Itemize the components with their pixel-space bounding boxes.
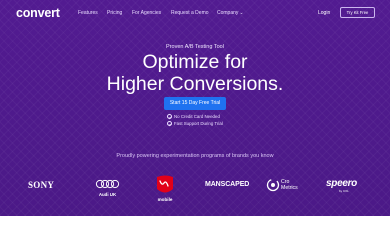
hero-section: convert Features Pricing For Agencies Re…: [0, 0, 390, 216]
speero-logo: speero: [326, 178, 357, 189]
check-label: No Credit Card Needed: [174, 114, 220, 119]
try-free-button[interactable]: Try Kit Free: [340, 7, 375, 18]
start-trial-button[interactable]: Start 15 Day Free Trial: [164, 97, 226, 110]
virgin-mobile-label: mobile: [157, 197, 173, 202]
crometrics-label: Cro Metrics: [281, 179, 298, 191]
crometrics-line-2: Metrics: [281, 184, 298, 191]
nav-for-agencies[interactable]: For Agencies: [132, 10, 161, 16]
check-label: Fast Support During Trial: [174, 121, 223, 126]
nav-company-label: Company: [217, 10, 239, 16]
audi-label: Audi UK: [98, 192, 117, 197]
hero-headline: Optimize for Higher Conversions.: [0, 51, 390, 95]
hero-eyebrow: Proven A/B Testing Tool: [166, 44, 224, 50]
manscaped-logo: MANSCAPED: [205, 181, 250, 188]
nav-company[interactable]: Company⌄: [217, 10, 244, 16]
check-no-credit-card: No Credit Card Needed: [167, 114, 220, 119]
brands-title: Proudly powering experimentation program…: [116, 153, 274, 159]
check-circle-icon: [167, 121, 172, 126]
check-circle-icon: [167, 114, 172, 119]
nav-request-demo[interactable]: Request a Demo: [171, 10, 209, 16]
login-link[interactable]: Login: [318, 10, 330, 16]
speero-sub-label: by CXL: [339, 189, 349, 193]
crometrics-icon: [266, 178, 280, 192]
headline-line-1: Optimize for: [142, 51, 248, 73]
headline-line-2: Higher Conversions.: [106, 73, 284, 95]
convert-logo[interactable]: convert: [16, 6, 60, 20]
nav-pricing[interactable]: Pricing: [107, 10, 122, 16]
nav-features[interactable]: Features: [78, 10, 98, 16]
chevron-down-icon: ⌄: [239, 10, 244, 16]
sony-logo: SONY: [28, 180, 55, 190]
check-fast-support: Fast Support During Trial: [167, 121, 223, 126]
